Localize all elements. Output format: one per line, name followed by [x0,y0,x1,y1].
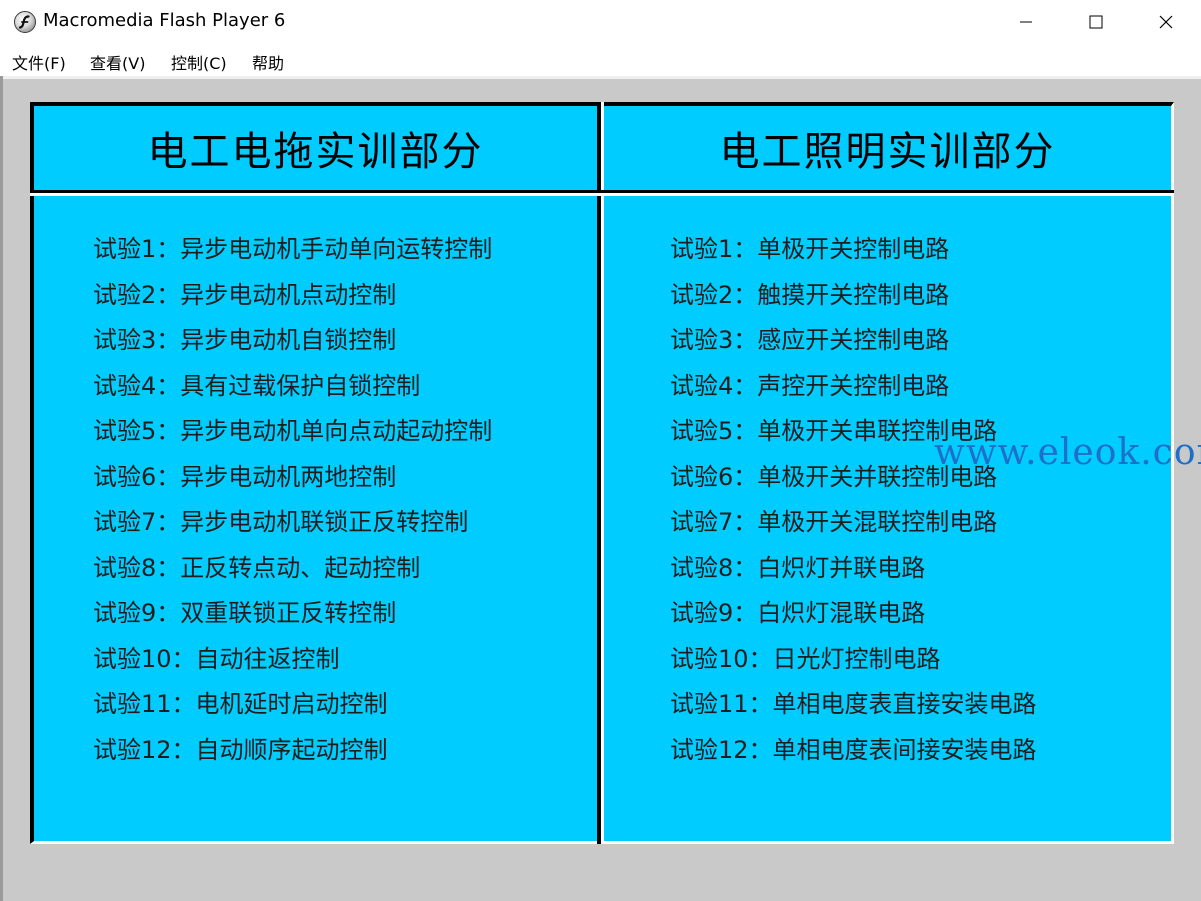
menu-help[interactable]: 帮助 [252,50,284,74]
lighting-experiment-list: 试验1：单极开关控制电路 试验2：触摸开关控制电路 试验3：感应开关控制电路 试… [670,227,1165,773]
stage-left-edge [0,76,3,901]
experiment-item[interactable]: 试验7：异步电动机联锁正反转控制 [93,500,593,546]
maximize-icon [1089,15,1103,29]
experiment-item[interactable]: 试验4：声控开关控制电路 [670,364,1165,410]
experiment-item[interactable]: 试验12：单相电度表间接安装电路 [670,728,1165,774]
minimize-icon [1020,21,1032,23]
experiment-item[interactable]: 试验12：自动顺序起动控制 [93,728,593,774]
site-watermark: www.eleok.com [934,432,1201,473]
experiment-item[interactable]: 试验11：单相电度表直接安装电路 [670,682,1165,728]
experiment-item[interactable]: 试验3：感应开关控制电路 [670,318,1165,364]
experiment-item[interactable]: 试验1：异步电动机手动单向运转控制 [93,227,593,273]
experiment-item[interactable]: 试验9：白炽灯混联电路 [670,591,1165,637]
experiment-item[interactable]: 试验2：异步电动机点动控制 [93,273,593,319]
window-title: Macromedia Flash Player 6 [43,10,286,31]
motor-control-experiment-list: 试验1：异步电动机手动单向运转控制 试验2：异步电动机点动控制 试验3：异步电动… [93,227,593,773]
section-title-lighting: 电工照明实训部分 [719,129,1056,175]
experiment-item[interactable]: 试验8：正反转点动、起动控制 [93,546,593,592]
close-icon [1159,15,1173,29]
maximize-button[interactable] [1061,0,1131,44]
menu-control[interactable]: 控制(C) [171,50,227,74]
menu-bar: 文件(F) 查看(V) 控制(C) 帮助 [0,44,1201,76]
experiment-item[interactable]: 试验8：白炽灯并联电路 [670,546,1165,592]
header-divider-highlight [30,193,1174,196]
close-button[interactable] [1131,0,1201,44]
column-divider-highlight [601,102,604,844]
experiment-item[interactable]: 试验5：异步电动机单向点动起动控制 [93,409,593,455]
section-title-motor-control: 电工电拖实训部分 [147,129,484,175]
experiment-item[interactable]: 试验7：单极开关混联控制电路 [670,500,1165,546]
menu-file[interactable]: 文件(F) [12,50,66,74]
experiment-item[interactable]: 试验11：电机延时启动控制 [93,682,593,728]
experiment-item[interactable]: 试验9：双重联锁正反转控制 [93,591,593,637]
minimize-button[interactable] [991,0,1061,44]
title-bar[interactable]: Macromedia Flash Player 6 [0,0,1201,44]
experiment-item[interactable]: 试验6：异步电动机两地控制 [93,455,593,501]
flash-player-window: Macromedia Flash Player 6 文件(F) 查看(V) 控制… [0,0,1201,901]
experiment-item[interactable]: 试验2：触摸开关控制电路 [670,273,1165,319]
experiment-item[interactable]: 试验10：日光灯控制电路 [670,637,1165,683]
experiment-item[interactable]: 试验1：单极开关控制电路 [670,227,1165,273]
flash-player-icon[interactable] [14,11,36,33]
menu-view[interactable]: 查看(V) [90,50,145,74]
experiment-item[interactable]: 试验10：自动往返控制 [93,637,593,683]
experiment-item[interactable]: 试验3：异步电动机自锁控制 [93,318,593,364]
experiment-item[interactable]: 试验4：具有过载保护自锁控制 [93,364,593,410]
